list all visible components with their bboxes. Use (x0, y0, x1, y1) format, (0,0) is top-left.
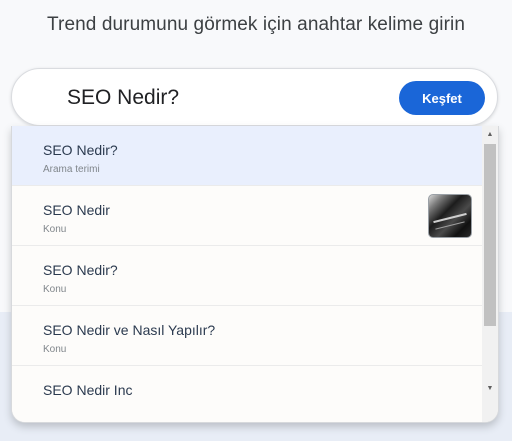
search-box[interactable]: Keşfet (11, 68, 498, 126)
suggestion-item[interactable]: SEO Nedir Konu (12, 186, 484, 246)
dropdown-scrollbar[interactable]: ▲ ▼ (482, 126, 498, 422)
explore-button[interactable]: Keşfet (399, 81, 485, 115)
page-heading: Trend durumunu görmek için anahtar kelim… (47, 14, 465, 35)
suggestion-title: SEO Nedir ve Nasıl Yapılır? (43, 322, 216, 338)
suggestions-dropdown: SEO Nedir? Arama terimi SEO Nedir Konu S… (11, 126, 499, 423)
trends-explore-page: Trend durumunu görmek için anahtar kelim… (0, 0, 512, 441)
suggestion-type: Konu (43, 284, 67, 295)
suggestion-item[interactable]: SEO Nedir ve Nasıl Yapılır? Konu (12, 306, 484, 366)
scroll-up-icon[interactable]: ▲ (482, 128, 498, 142)
suggestion-title: SEO Nedir (43, 202, 110, 218)
suggestion-type: Konu (43, 224, 67, 235)
suggestion-title: SEO Nedir? (43, 262, 118, 278)
scrollbar-thumb[interactable] (484, 144, 496, 326)
scroll-down-icon[interactable]: ▼ (482, 382, 498, 396)
suggestions-list: SEO Nedir? Arama terimi SEO Nedir Konu S… (12, 126, 484, 422)
topic-thumbnail (428, 194, 472, 238)
suggestion-type: Arama terimi (43, 164, 100, 175)
suggestion-item[interactable]: SEO Nedir? Arama terimi (12, 126, 484, 186)
suggestion-item[interactable]: SEO Nedir? Konu (12, 246, 484, 306)
suggestion-title: SEO Nedir? (43, 142, 118, 158)
search-input[interactable] (67, 84, 387, 112)
suggestion-item[interactable]: SEO Nedir Inc (12, 366, 484, 422)
suggestion-type: Konu (43, 344, 67, 355)
suggestion-title: SEO Nedir Inc (43, 382, 133, 398)
